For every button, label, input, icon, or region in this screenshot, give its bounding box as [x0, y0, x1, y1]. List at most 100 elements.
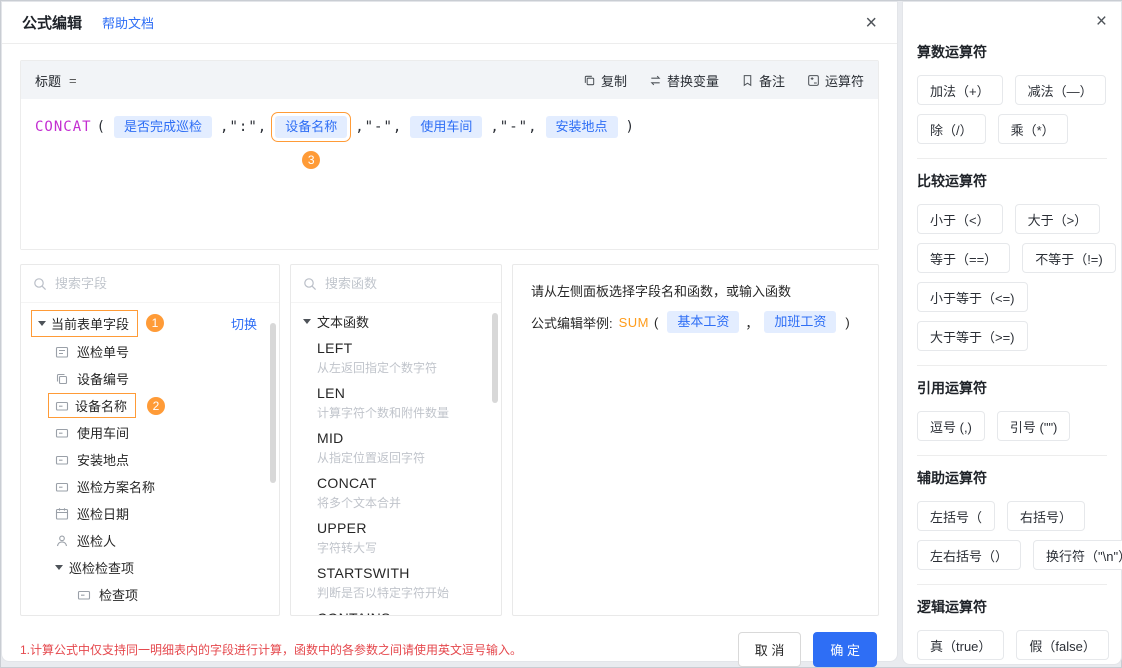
operator-button[interactable]: 加法（+）	[917, 75, 1003, 105]
field-search[interactable]	[21, 265, 279, 303]
formula-field-chip[interactable]: 是否完成巡检	[114, 116, 212, 138]
formula-editor-box: 标题 = 复制替换变量备注运算符 CONCAT(是否完成巡检,":",设备名称3…	[20, 60, 879, 250]
field-item-label: 检查方法	[99, 612, 151, 616]
help-doc-link[interactable]: 帮助文档	[102, 13, 154, 32]
close-icon[interactable]: ×	[917, 12, 1107, 34]
highlight-box-2: 设备名称	[48, 393, 136, 418]
person-icon	[55, 534, 69, 548]
field-tree: 当前表单字段 1 切换 巡检单号设备编号设备名称2使用车间安装地点巡检方案名称巡…	[21, 303, 279, 616]
operator-button[interactable]: 大于（>）	[1015, 204, 1101, 234]
formula-punctuation: ,"-",	[355, 119, 402, 135]
note-action[interactable]: 备注	[741, 71, 785, 90]
example-field-chip: 基本工资	[667, 311, 739, 333]
operator-button[interactable]: 小于（<）	[917, 204, 1003, 234]
copy-action[interactable]: 复制	[583, 71, 627, 90]
scrollbar[interactable]	[492, 313, 498, 403]
formula-field-chip[interactable]: 设备名称3	[275, 116, 347, 138]
operators-action-label: 运算符	[825, 71, 864, 90]
field-item[interactable]: 安装地点	[21, 446, 279, 473]
operator-button-row: 真（true） 假（false）	[917, 630, 1107, 660]
formula-help-panel: 请从左侧面板选择字段名和函数，或输入函数 公式编辑举例: SUM ( 基本工资 …	[512, 264, 879, 616]
function-search[interactable]	[291, 265, 501, 303]
field-item-label: 巡检人	[77, 531, 116, 550]
field-item[interactable]: 巡检单号	[21, 338, 279, 365]
input-icon	[77, 615, 91, 617]
formula-field-chip[interactable]: 安装地点	[546, 116, 618, 138]
caret-down-icon	[38, 321, 46, 326]
field-search-input[interactable]	[55, 276, 267, 291]
field-group-item[interactable]: 巡检检查项	[21, 554, 279, 581]
function-item[interactable]: LEFT从左返回指定个数字符	[291, 336, 501, 381]
operator-button[interactable]: 除（/）	[917, 114, 986, 144]
search-icon	[33, 277, 47, 291]
confirm-button[interactable]: 确 定	[813, 632, 877, 667]
operator-button[interactable]: 小于等于（<=)	[917, 282, 1028, 312]
field-item[interactable]: 设备编号	[21, 365, 279, 392]
operator-button[interactable]: 右括号）	[1007, 501, 1085, 531]
formula-input-area[interactable]: CONCAT(是否完成巡检,":",设备名称3,"-",使用车间,"-",安装地…	[21, 99, 878, 249]
field-root-label: 当前表单字段	[51, 314, 129, 333]
function-name: LEFT	[317, 340, 489, 356]
field-item[interactable]: 巡检日期	[21, 500, 279, 527]
function-item[interactable]: MID从指定位置返回字符	[291, 426, 501, 471]
copy-field-icon	[55, 372, 69, 386]
formula-field-chip[interactable]: 使用车间	[410, 116, 482, 138]
field-item[interactable]: 巡检方案名称	[21, 473, 279, 500]
operators-action[interactable]: 运算符	[807, 71, 864, 90]
copy-action-label: 复制	[601, 71, 627, 90]
function-desc: 判断是否以特定字符开始	[317, 584, 489, 601]
input-icon	[55, 480, 69, 494]
function-item[interactable]: UPPER字符转大写	[291, 516, 501, 561]
field-item[interactable]: 巡检人	[21, 527, 279, 554]
formula-edit-dialog: 公式编辑 帮助文档 × 标题 = 复制替换变量备注运算符 CONCAT(是否完成…	[1, 1, 898, 662]
operator-button[interactable]: 等于（==）	[917, 243, 1010, 273]
replace-variable-action[interactable]: 替换变量	[649, 71, 719, 90]
operator-button[interactable]: 减法（—）	[1015, 75, 1106, 105]
function-item[interactable]: STARTSWITH判断是否以特定字符开始	[291, 561, 501, 606]
function-name: LEN	[317, 385, 489, 401]
operator-button-row: 左括号（ 右括号）	[917, 501, 1107, 531]
close-icon[interactable]: ×	[865, 13, 877, 33]
operator-button[interactable]: 引号 ("")	[997, 411, 1071, 441]
close-paren: )	[845, 315, 849, 330]
field-item-label: 巡检方案名称	[77, 477, 155, 496]
field-root-row[interactable]: 当前表单字段 1 切换	[21, 308, 279, 338]
operator-button[interactable]: 大于等于（>=)	[917, 321, 1028, 351]
field-item[interactable]: 检查方法	[21, 608, 279, 616]
field-item-label: 巡检日期	[77, 504, 129, 523]
note-icon	[741, 74, 754, 87]
function-item[interactable]: CONCAT将多个文本合并	[291, 471, 501, 516]
function-item[interactable]: LEN计算字符个数和附件数量	[291, 381, 501, 426]
function-item[interactable]: CONTAINS	[291, 606, 501, 616]
operator-group-title: 辅助运算符	[917, 468, 1107, 488]
operator-button-row: 小于等于（<=)	[917, 282, 1107, 312]
operator-button[interactable]: 真（true）	[917, 630, 1004, 660]
field-item[interactable]: 使用车间	[21, 419, 279, 446]
field-item[interactable]: 检查项	[21, 581, 279, 608]
function-desc: 将多个文本合并	[317, 494, 489, 511]
function-group-row[interactable]: 文本函数	[291, 303, 501, 336]
replace-variable-action-label: 替换变量	[667, 71, 719, 90]
field-item-label: 使用车间	[77, 423, 129, 442]
switch-link[interactable]: 切换	[231, 314, 257, 333]
operator-button[interactable]: 假（false）	[1016, 630, 1108, 660]
operator-button[interactable]: 不等于（!=)	[1022, 243, 1116, 273]
operator-group-title: 逻辑运算符	[917, 597, 1107, 617]
function-desc: 从指定位置返回字符	[317, 449, 489, 466]
operator-button-row: 除（/） 乘（*）	[917, 114, 1107, 144]
formula-punctuation: (	[97, 119, 106, 135]
operator-button[interactable]: 左括号（	[917, 501, 995, 531]
field-item-label: 检查项	[99, 585, 138, 604]
function-search-input[interactable]	[325, 276, 501, 291]
input-icon	[55, 399, 69, 413]
divider	[917, 365, 1107, 366]
operator-button[interactable]: 换行符（"\n"）	[1033, 540, 1122, 570]
step-2-badge: 2	[147, 397, 165, 415]
cancel-button[interactable]: 取 消	[738, 632, 802, 667]
function-name: UPPER	[317, 520, 489, 536]
operator-button[interactable]: 逗号 (,)	[917, 411, 985, 441]
scrollbar[interactable]	[270, 323, 276, 483]
operator-button[interactable]: 乘（*）	[998, 114, 1068, 144]
field-item[interactable]: 设备名称 2	[21, 392, 279, 419]
operator-button[interactable]: 左右括号（）	[917, 540, 1021, 570]
